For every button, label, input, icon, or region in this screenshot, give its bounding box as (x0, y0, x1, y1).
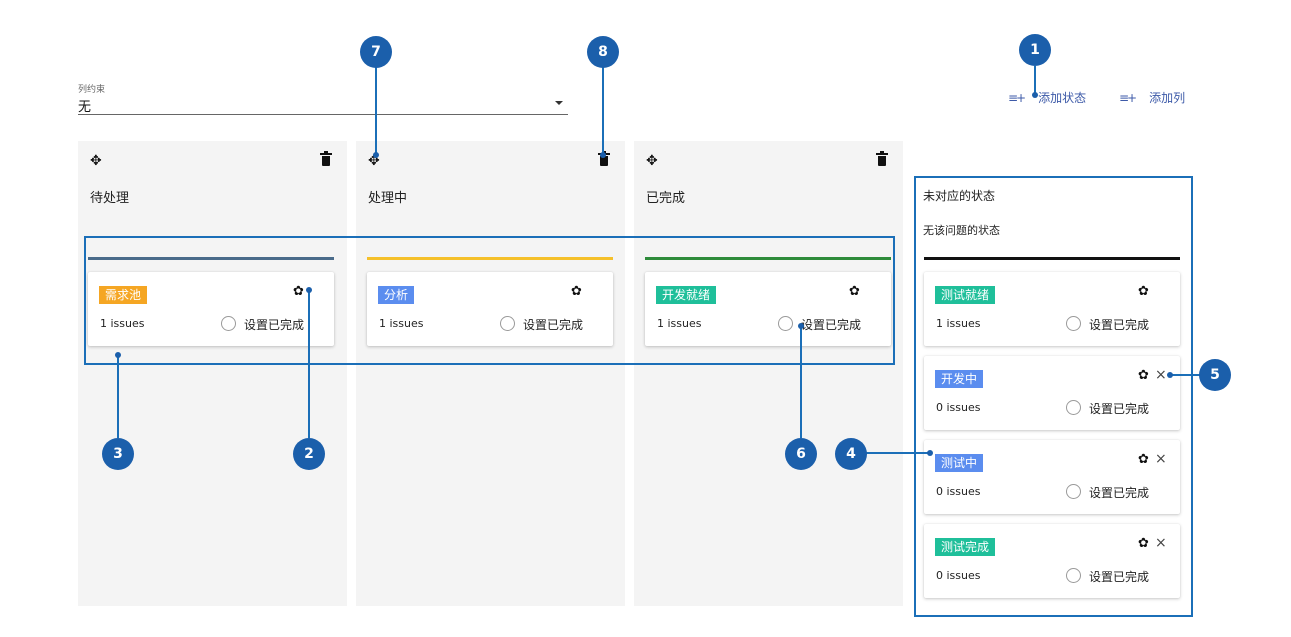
leader-dot (1167, 372, 1173, 378)
leader-dot (373, 152, 379, 158)
leader-line (602, 66, 604, 156)
leader-dot (600, 152, 606, 158)
add-status-label: 添加状态 (1038, 91, 1087, 105)
add-column-label: 添加列 (1149, 91, 1186, 105)
column-title: 处理中 (368, 191, 408, 206)
constraint-label: 列约束 (78, 85, 106, 95)
board-column (356, 141, 625, 606)
callout-7: 7 (360, 36, 392, 68)
board-column (634, 141, 903, 606)
callout-2: 2 (293, 438, 325, 470)
leader-line (308, 290, 310, 438)
leader-dot (115, 352, 121, 358)
callout-8: 8 (587, 36, 619, 68)
leader-line (375, 66, 377, 156)
move-arrows-icon[interactable]: ✥ (646, 153, 658, 169)
constraint-underline (78, 114, 568, 115)
callout-1: 1 (1019, 34, 1051, 66)
caret-down-icon[interactable] (555, 101, 563, 105)
leader-line (117, 356, 119, 438)
mapped-status-highlight (84, 236, 895, 365)
leader-line (866, 452, 932, 454)
callout-3: 3 (102, 438, 134, 470)
leader-dot (1032, 92, 1038, 98)
add-column-button[interactable]: ≡+ 添加列 (1119, 89, 1185, 106)
leader-line (1172, 374, 1200, 376)
add-list-icon: ≡+ (1119, 90, 1137, 105)
add-status-button[interactable]: ≡+ 添加状态 (1008, 89, 1086, 106)
move-arrows-icon[interactable]: ✥ (90, 153, 102, 169)
constraint-select[interactable]: 无 (78, 96, 91, 115)
column-title: 待处理 (90, 191, 130, 206)
unmapped-highlight (914, 176, 1193, 617)
trash-icon[interactable] (876, 151, 888, 166)
callout-5: 5 (1199, 359, 1231, 391)
callout-6: 6 (785, 438, 817, 470)
leader-dot (798, 323, 804, 329)
column-title: 已完成 (646, 191, 686, 206)
leader-line (800, 326, 802, 438)
trash-icon[interactable] (320, 151, 332, 166)
add-list-icon: ≡+ (1008, 90, 1026, 105)
leader-dot (306, 287, 312, 293)
leader-dot (927, 450, 933, 456)
callout-4: 4 (835, 438, 867, 470)
